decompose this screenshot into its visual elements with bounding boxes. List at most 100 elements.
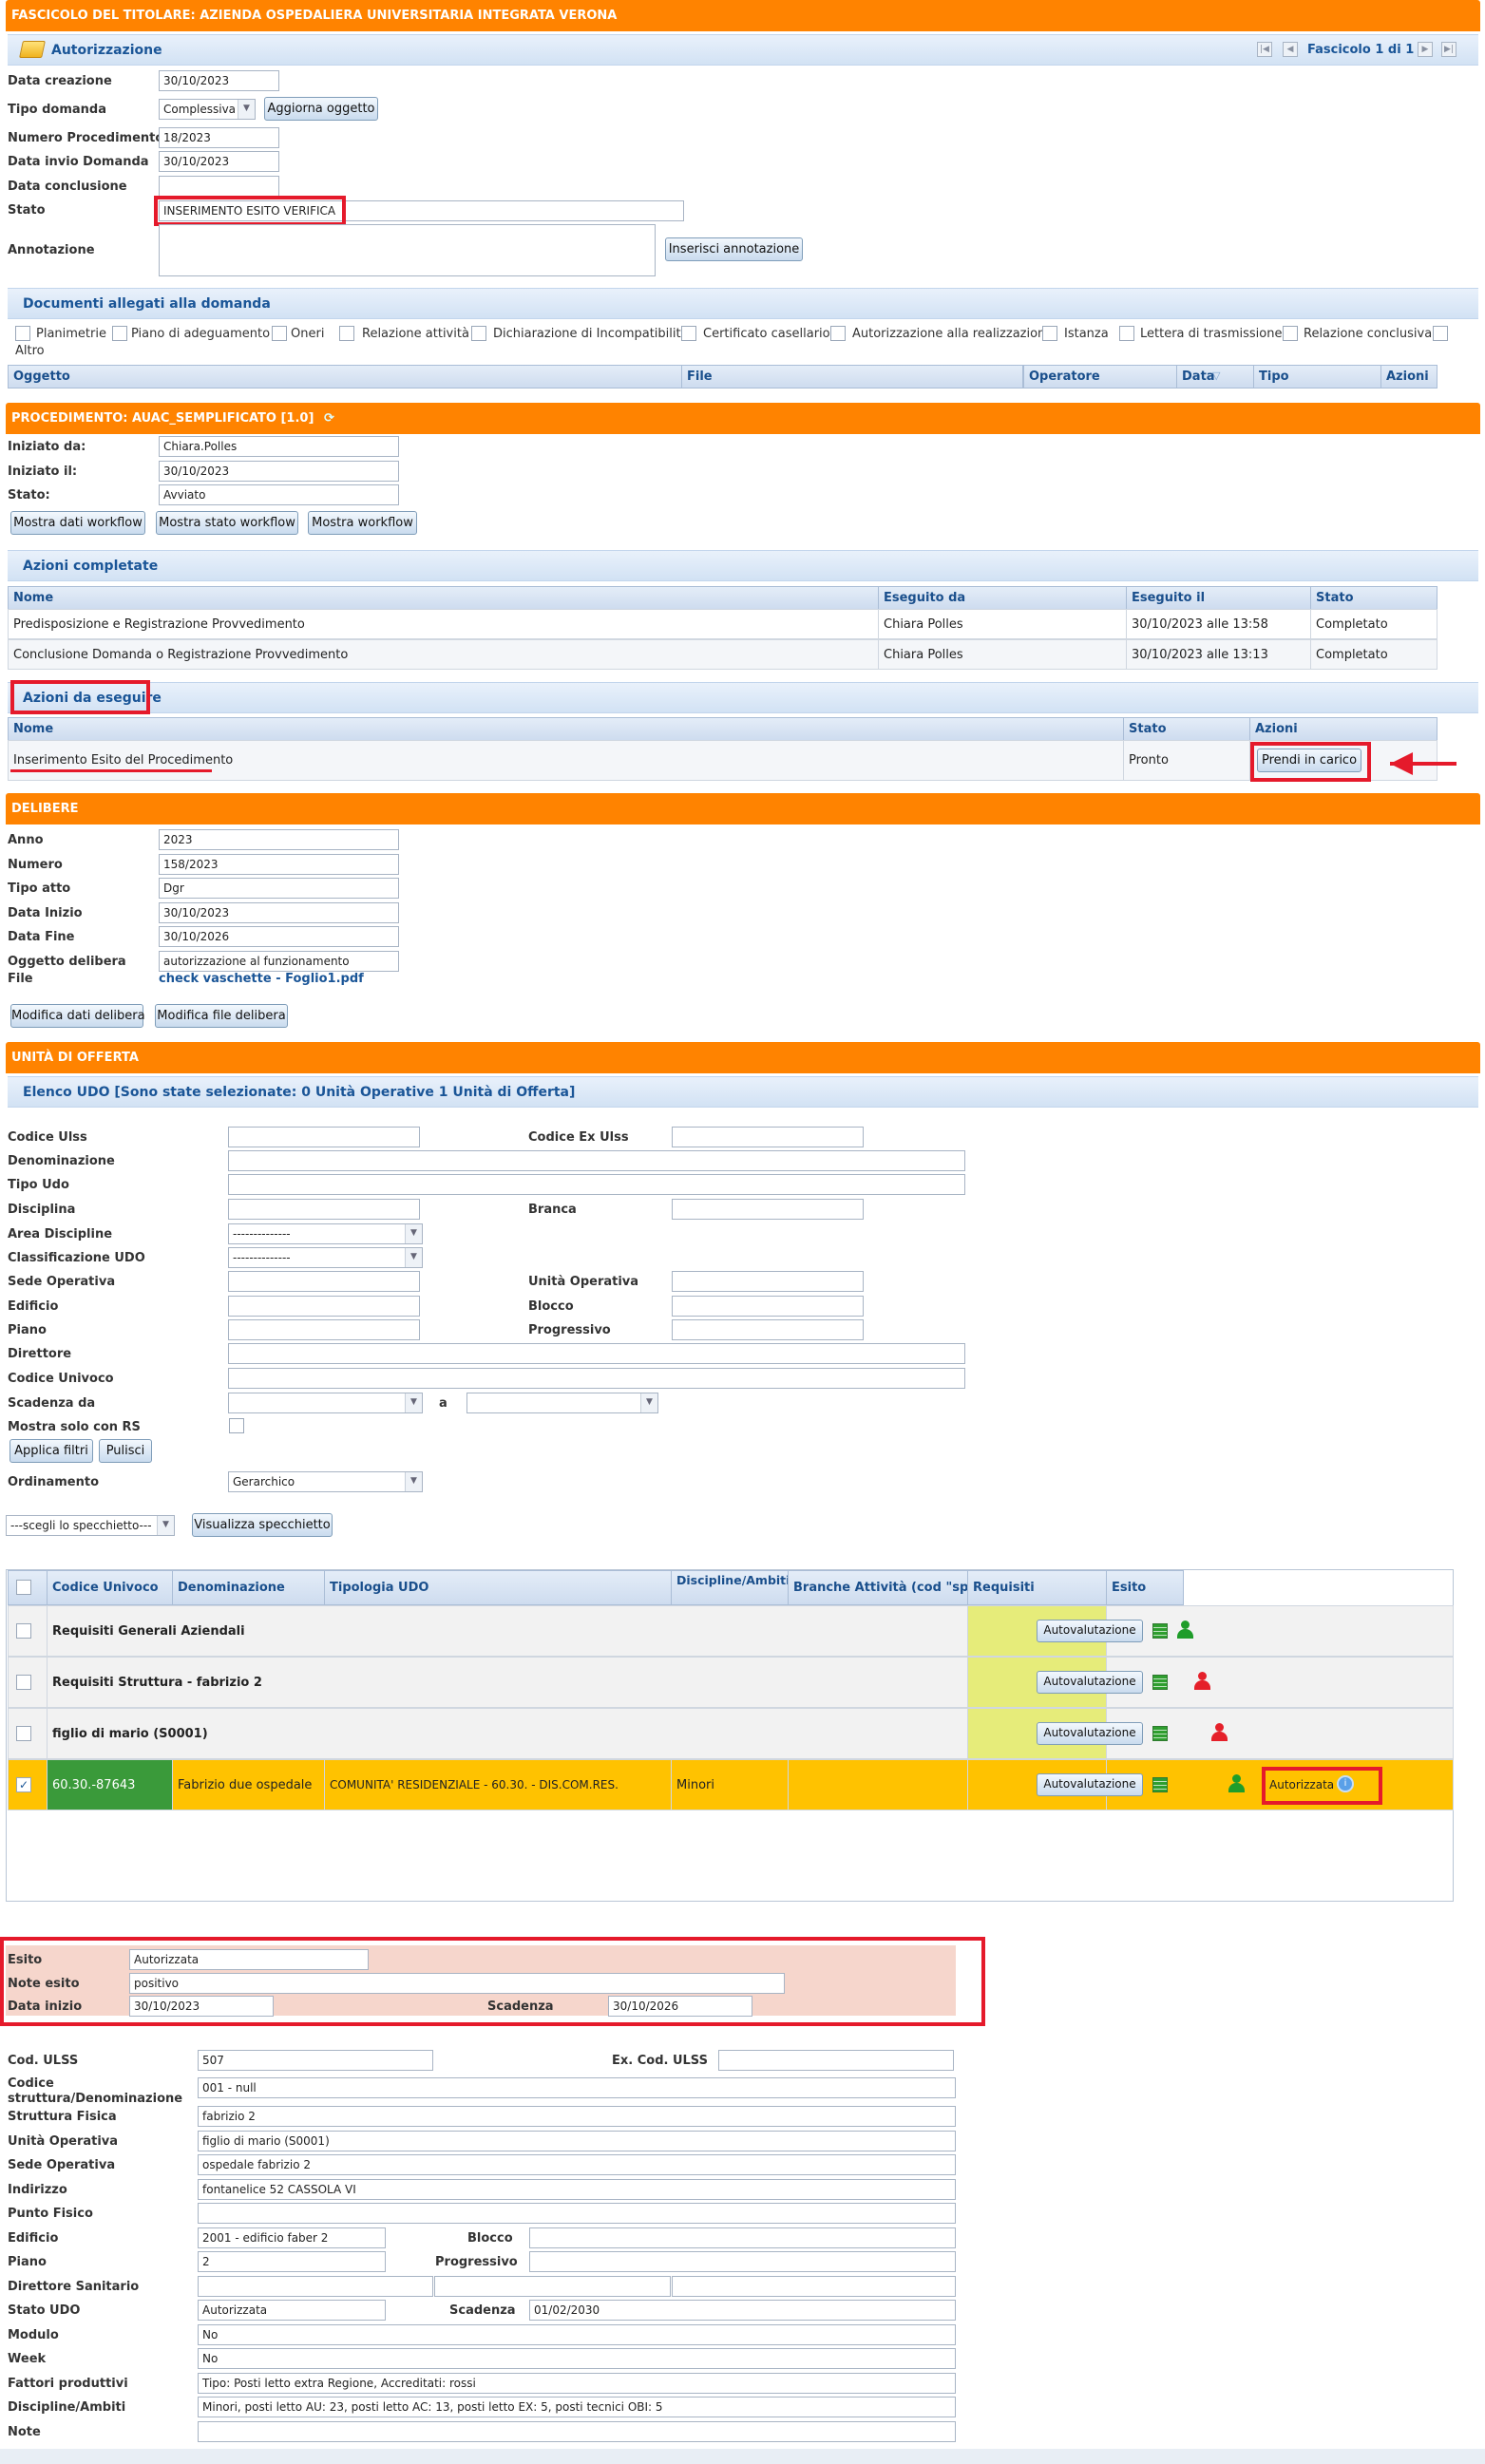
delibera-anno-field[interactable]: 2023 (159, 829, 399, 850)
delibera-file-link[interactable]: check vaschette - Foglio1.pdf (159, 972, 364, 986)
sede_operativa-input[interactable] (228, 1271, 420, 1292)
det-edificio-field[interactable]: 2001 - edificio faber 2 (198, 2227, 386, 2248)
user-icon[interactable] (1228, 1774, 1245, 1793)
disciplina-input[interactable] (228, 1199, 420, 1220)
det-struttura_fisica-field[interactable]: fabrizio 2 (198, 2106, 956, 2127)
checkbox-doc-3[interactable] (339, 326, 354, 341)
det-stato_udo-field[interactable]: Autorizzata (198, 2300, 386, 2321)
branca-input[interactable] (672, 1199, 864, 1220)
autovalutazione-button[interactable]: Autovalutazione (1037, 1773, 1143, 1796)
det-note-field[interactable] (198, 2421, 956, 2442)
note-esito-field[interactable]: positivo (129, 1973, 785, 1994)
det-indirizzo-field[interactable]: fontanelice 52 CASSOLA VI (198, 2179, 956, 2200)
delibera-data_inizio-field[interactable]: 30/10/2023 (159, 901, 399, 923)
autovalutazione-button[interactable]: Autovalutazione (1037, 1722, 1143, 1745)
blocco-input[interactable] (672, 1296, 864, 1317)
det-blocco-field[interactable] (529, 2227, 956, 2248)
det-fattori-field[interactable]: Tipo: Posti letto extra Regione, Accredi… (198, 2373, 956, 2394)
tipo_udo-input[interactable] (228, 1174, 965, 1195)
user-icon[interactable] (1210, 1723, 1228, 1742)
numero-procedimento-field[interactable]: 18/2023 (159, 127, 279, 148)
scadenza_da-select[interactable]: ▼ (228, 1393, 423, 1413)
udo-row-checkbox[interactable] (16, 1675, 31, 1690)
codice_ex_ulss-input[interactable] (672, 1127, 864, 1147)
classificazione-select[interactable]: -------------- ▼ (228, 1247, 423, 1268)
pulisci-button[interactable]: Pulisci (99, 1439, 152, 1463)
inserisci-annotazione-button[interactable]: Inserisci annotazione (665, 237, 803, 261)
scadenza_a-select[interactable]: ▼ (466, 1393, 658, 1413)
specchietto-select[interactable]: ---scegli lo specchietto--- ▼ (6, 1515, 175, 1536)
requisiti-grid-icon[interactable] (1152, 1726, 1168, 1741)
scadenza-esito-field[interactable]: 30/10/2026 (608, 1996, 752, 2017)
checkbox-altro[interactable] (1433, 326, 1448, 341)
checkbox-doc-0[interactable] (15, 326, 30, 341)
tipo-domanda-select[interactable]: Complessiva ▼ (159, 99, 256, 120)
codice_ulss-input[interactable] (228, 1127, 420, 1147)
checkbox-doc-1[interactable] (112, 326, 127, 341)
checkbox-doc-4[interactable] (471, 326, 486, 341)
checkbox-doc-2[interactable] (272, 326, 287, 341)
checkbox-doc-6[interactable] (830, 326, 846, 341)
unita_operativa-input[interactable] (672, 1271, 864, 1292)
det-direttore-field-1[interactable] (198, 2276, 433, 2297)
det-discipline-field[interactable]: Minori, posti letto AU: 23, posti letto … (198, 2397, 956, 2417)
mostra-workflow-button[interactable]: Mostra workflow (308, 511, 417, 535)
det-week-field[interactable]: No (198, 2348, 956, 2369)
prev-page-icon[interactable]: ◀ (1283, 42, 1298, 57)
iniziato-il-field[interactable]: 30/10/2023 (159, 461, 399, 482)
data-creazione-field[interactable]: 30/10/2023 (159, 70, 279, 91)
progressivo-input[interactable] (672, 1319, 864, 1340)
sort-down-icon[interactable]: ▽ (1212, 370, 1220, 382)
delibera-data_fine-field[interactable]: 30/10/2026 (159, 926, 399, 947)
autovalutazione-button[interactable]: Autovalutazione (1037, 1671, 1143, 1694)
det-sede_operativa-field[interactable]: ospedale fabrizio 2 (198, 2154, 956, 2175)
ordinamento-select[interactable]: Gerarchico ▼ (228, 1471, 423, 1492)
direttore-input[interactable] (228, 1343, 965, 1364)
det-direttore-field-2[interactable] (434, 2276, 671, 2297)
stato-proc-field[interactable]: Avviato (159, 484, 399, 505)
checkbox-doc-8[interactable] (1119, 326, 1134, 341)
aggiorna-oggetto-button[interactable]: Aggiorna oggetto (264, 97, 378, 121)
delibera-numero-field[interactable]: 158/2023 (159, 853, 399, 875)
applica-filtri-button[interactable]: Applica filtri (10, 1439, 93, 1463)
mostra-dati-workflow-button[interactable]: Mostra dati workflow (10, 511, 145, 535)
data-conclusione-field[interactable] (159, 176, 279, 197)
visualizza-specchietto-button[interactable]: Visualizza specchietto (192, 1513, 333, 1537)
det-cod_ulss-field[interactable]: 507 (198, 2050, 433, 2071)
modifica-file-delibera-button[interactable]: Modifica file delibera (155, 1004, 288, 1028)
first-page-icon[interactable]: |◀ (1257, 42, 1272, 57)
mostra-stato-workflow-button[interactable]: Mostra stato workflow (156, 511, 298, 535)
det-modulo-field[interactable]: No (198, 2324, 956, 2345)
udo-row-checkbox[interactable] (16, 1726, 31, 1741)
delibera-oggetto-field[interactable]: autorizzazione al funzionamento (159, 950, 399, 972)
det-direttore-field-3[interactable] (672, 2276, 956, 2297)
user-icon[interactable] (1193, 1672, 1210, 1691)
edificio-input[interactable] (228, 1296, 420, 1317)
data-invio-field[interactable]: 30/10/2023 (159, 151, 279, 172)
user-icon[interactable] (1176, 1621, 1193, 1640)
checkbox-doc-5[interactable] (681, 326, 696, 341)
refresh-icon[interactable]: ⟳ (324, 411, 334, 426)
select-all-checkbox[interactable] (16, 1580, 31, 1595)
esito-field[interactable]: Autorizzata (129, 1949, 369, 1970)
modifica-dati-delibera-button[interactable]: Modifica dati delibera (10, 1004, 145, 1028)
det-piano-field[interactable]: 2 (198, 2251, 386, 2272)
checkbox-doc-7[interactable] (1042, 326, 1057, 341)
selected-row-checkbox[interactable]: ✓ (16, 1777, 31, 1792)
det-unita_operativa-field[interactable]: figlio di mario (S0001) (198, 2131, 956, 2151)
piano-input[interactable] (228, 1319, 420, 1340)
annotazione-textarea[interactable] (159, 224, 656, 276)
next-page-icon[interactable]: ▶ (1418, 42, 1433, 57)
codice_univoco-input[interactable] (228, 1368, 965, 1389)
data-inizio-esito-field[interactable]: 30/10/2023 (129, 1996, 274, 2017)
last-page-icon[interactable]: ▶| (1441, 42, 1456, 57)
det-ex_cod_ulss-field[interactable] (718, 2050, 954, 2071)
udo-row-checkbox[interactable] (16, 1623, 31, 1639)
requisiti-grid-icon[interactable] (1152, 1777, 1168, 1792)
area_discipline-select[interactable]: -------------- ▼ (228, 1223, 423, 1244)
autovalutazione-button[interactable]: Autovalutazione (1037, 1620, 1143, 1642)
requisiti-grid-icon[interactable] (1152, 1623, 1168, 1639)
delibera-tipo_atto-field[interactable]: Dgr (159, 878, 399, 899)
det-codice_struttura-field[interactable]: 001 - null (198, 2077, 956, 2098)
denominazione-input[interactable] (228, 1150, 965, 1171)
